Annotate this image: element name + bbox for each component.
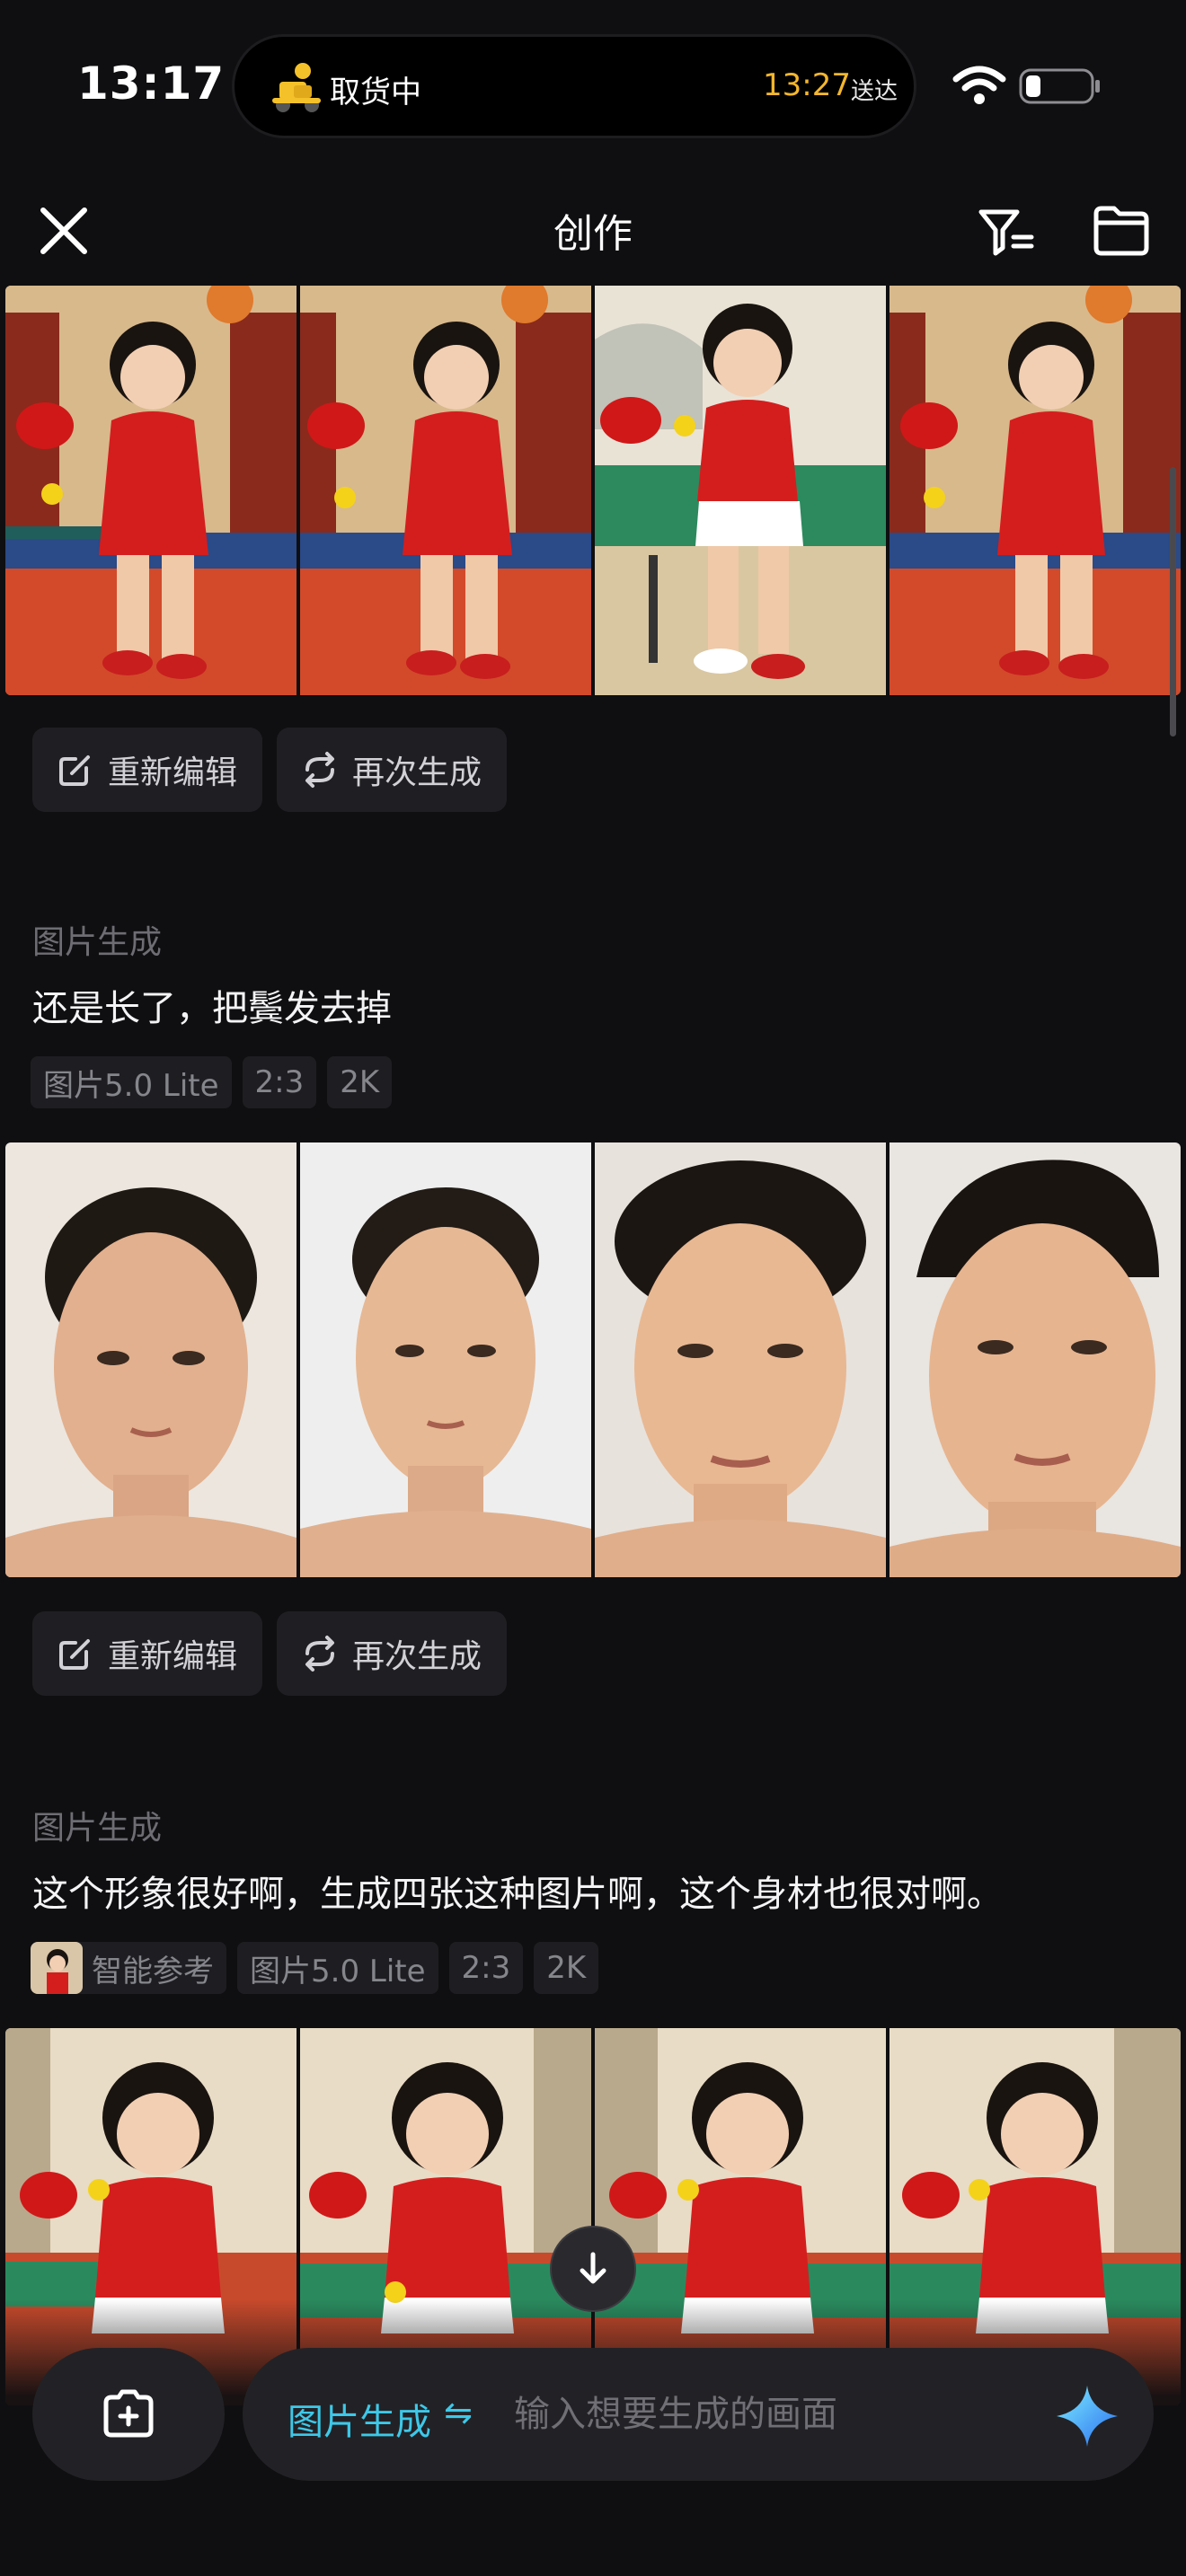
filter-icon[interactable]	[974, 198, 1039, 262]
re-edit-button[interactable]: 重新编辑	[32, 1611, 263, 1696]
edit-icon	[59, 755, 90, 786]
regenerate-label: 再次生成	[352, 1638, 482, 1675]
status-bar: 13:17 取货中 13:27 送达	[0, 0, 1186, 162]
regenerate-button[interactable]: 再次生成	[277, 728, 508, 812]
re-edit-label: 重新编辑	[108, 754, 238, 791]
swap-mode-icon[interactable]: ⇋	[444, 2393, 473, 2432]
upload-image-button[interactable]	[32, 2348, 225, 2481]
live-activity-label: 取货中	[330, 75, 421, 110]
generated-image	[595, 1142, 886, 1577]
prompt-input[interactable]	[514, 2382, 1017, 2447]
generated-image	[5, 1142, 296, 1577]
task-type-label: 图片生成	[32, 1810, 163, 1847]
task-type-label: 图片生成	[32, 924, 163, 961]
header: 创作	[0, 180, 1186, 278]
regenerate-label: 再次生成	[352, 754, 482, 791]
result-grid-2	[5, 1142, 1181, 1577]
result-image[interactable]	[5, 286, 296, 695]
generated-image	[890, 286, 1181, 695]
battery-icon	[1019, 68, 1100, 104]
sparkle-generate-icon[interactable]	[1051, 2380, 1123, 2452]
action-row-2: 重新编辑 再次生成	[32, 1611, 508, 1696]
task-prompt: 还是长了，把鬓发去掉	[32, 988, 392, 1029]
resolution-tag: 2K	[327, 1056, 393, 1108]
re-edit-button[interactable]: 重新编辑	[32, 728, 263, 812]
re-edit-label: 重新编辑	[108, 1638, 238, 1675]
ratio-tag: 2:3	[448, 1942, 524, 1994]
action-row-1: 重新编辑 再次生成	[32, 728, 508, 812]
scroll-to-bottom-button[interactable]	[550, 2226, 636, 2312]
live-activity-eta-suffix: 送达	[851, 78, 898, 105]
task-tags: 智能参考 图片5.0 Lite 2:3 2K	[31, 1942, 599, 1994]
live-activity[interactable]: 取货中 13:27 送达	[232, 34, 916, 138]
edit-icon	[59, 1639, 90, 1670]
model-tag: 图片5.0 Lite	[237, 1942, 438, 1994]
result-grid-1	[5, 286, 1181, 695]
refresh-icon	[305, 1636, 335, 1672]
scrollbar[interactable]	[1170, 467, 1176, 737]
task-prompt: 这个形象很好啊，生成四张这种图片啊，这个身材也很对啊。	[32, 1874, 1003, 1915]
result-image[interactable]	[890, 1142, 1181, 1577]
prompt-composer: 图片生成 ⇋	[243, 2348, 1154, 2481]
reference-thumbnail	[31, 1942, 83, 1994]
generated-image	[890, 1142, 1181, 1577]
result-image[interactable]	[890, 286, 1181, 695]
status-time: 13:17	[77, 57, 226, 110]
result-image[interactable]	[5, 1142, 296, 1577]
folder-icon[interactable]	[1089, 198, 1154, 262]
result-image[interactable]	[595, 1142, 886, 1577]
arrow-down-icon	[580, 2252, 606, 2284]
reference-tag-label: 智能参考	[92, 1953, 214, 1989]
ratio-tag: 2:3	[242, 1056, 317, 1108]
generated-image	[300, 286, 591, 695]
refresh-icon	[305, 752, 335, 788]
result-image[interactable]	[300, 1142, 591, 1577]
generated-image	[595, 286, 886, 695]
camera-plus-icon	[103, 2389, 154, 2438]
live-activity-eta: 13:27	[763, 67, 851, 103]
regenerate-button[interactable]: 再次生成	[277, 1611, 508, 1696]
delivery-rider-icon	[272, 63, 321, 112]
resolution-tag: 2K	[534, 1942, 599, 1994]
mode-selector[interactable]: 图片生成	[288, 2393, 431, 2445]
model-tag: 图片5.0 Lite	[31, 1056, 232, 1108]
generated-image	[5, 286, 296, 695]
reference-tag[interactable]: 智能参考	[31, 1942, 226, 1994]
generated-image	[300, 1142, 591, 1577]
result-image[interactable]	[300, 286, 591, 695]
task-tags: 图片5.0 Lite 2:3 2K	[31, 1056, 393, 1108]
result-image[interactable]	[595, 286, 886, 695]
wifi-icon	[952, 66, 1006, 104]
